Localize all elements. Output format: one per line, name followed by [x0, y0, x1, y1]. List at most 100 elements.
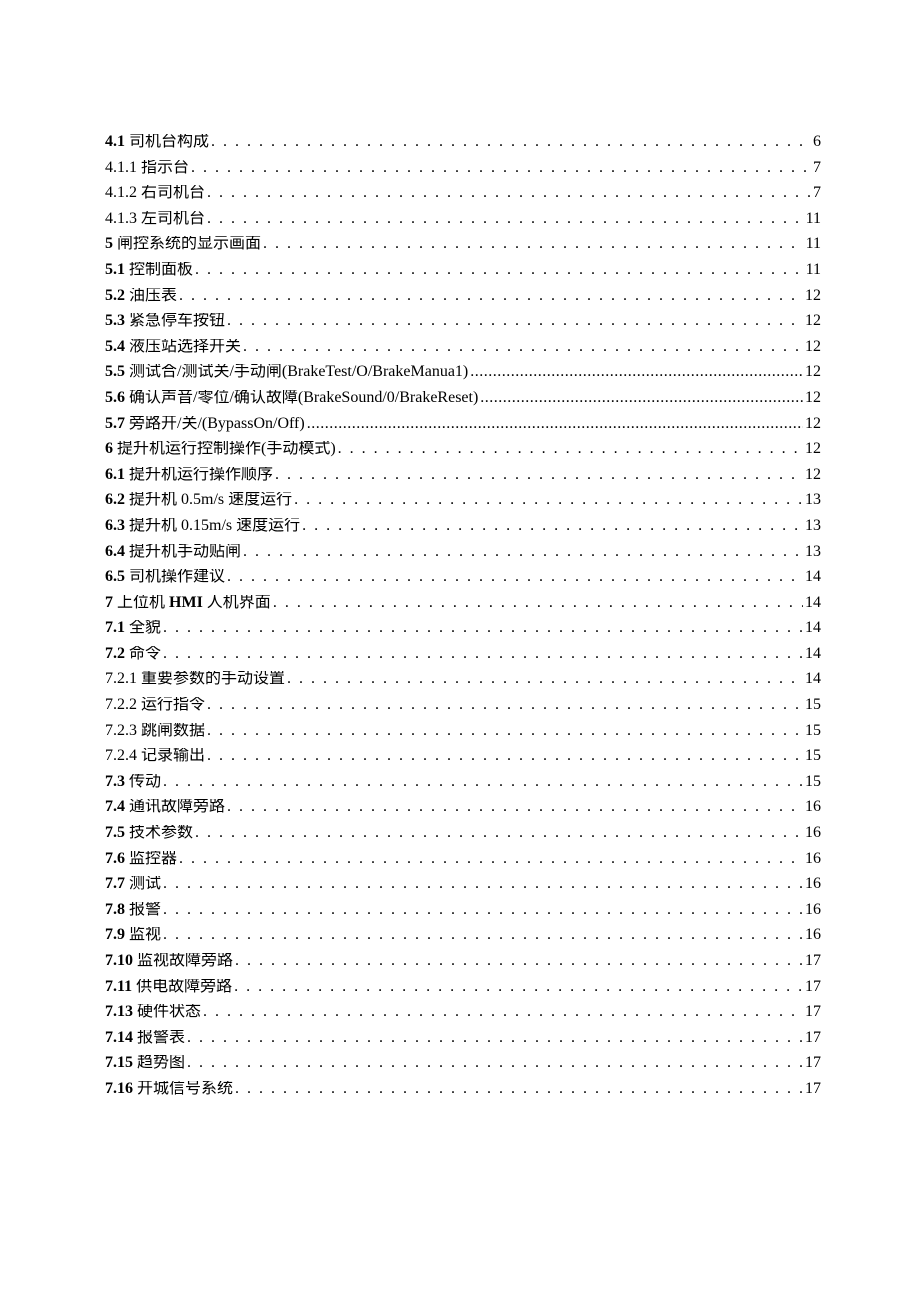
- toc-entry-page: 17: [803, 1004, 821, 1020]
- toc-entry-title: 通讯故障旁路: [129, 799, 227, 815]
- toc-entry-number: 7.7: [105, 876, 129, 892]
- toc-entry-number: 5.4: [105, 339, 129, 355]
- toc-leader-dots: [187, 1055, 803, 1071]
- toc-entry-page: 14: [803, 646, 821, 662]
- toc-entry-number: 5.2: [105, 288, 129, 304]
- toc-entry-title: 技术参数: [129, 825, 195, 841]
- toc-leader-dots: [307, 416, 803, 432]
- toc-leader-dots: [163, 927, 803, 943]
- toc-leader-dots: [234, 979, 803, 995]
- toc-entry: 7.7 测试16: [105, 876, 821, 902]
- toc-leader-dots: [179, 288, 803, 304]
- toc-entry: 5闸控系统的显示画面11: [105, 236, 821, 262]
- toc-entry-page: 12: [803, 390, 821, 406]
- toc-entry-number: 5.3: [105, 313, 129, 329]
- toc-entry-title: 跳闸数据: [141, 723, 207, 739]
- toc-entry-number: 5.5: [105, 364, 129, 380]
- toc-leader-dots: [207, 185, 811, 201]
- toc-entry-page: 12: [803, 288, 821, 304]
- toc-leader-dots: [163, 620, 803, 636]
- toc-entry-page: 16: [803, 825, 821, 841]
- toc-entry: 7.1 全貌14: [105, 620, 821, 646]
- toc-entry-title: 报警: [129, 902, 163, 918]
- toc-entry-title: 提升机 0.15m/s 速度运行: [129, 518, 302, 534]
- toc-entry-page: 17: [803, 953, 821, 969]
- toc-entry: 7.8 报警 16: [105, 902, 821, 928]
- toc-entry-title: 重要参数的手动设置: [141, 671, 287, 687]
- toc-entry: 7.3 传动15: [105, 774, 821, 800]
- toc-entry-title: 运行指令: [141, 697, 207, 713]
- toc-entry: 7.6 监控器16: [105, 851, 821, 877]
- toc-entry-page: 15: [803, 697, 821, 713]
- toc-entry-number: 7.15: [105, 1055, 137, 1071]
- toc-leader-dots: [187, 1030, 803, 1046]
- toc-leader-dots: [179, 851, 803, 867]
- toc-entry-page: 15: [803, 774, 821, 790]
- toc-entry-number: 5.1: [105, 262, 129, 278]
- toc-entry-page: 16: [803, 799, 821, 815]
- toc-entry-page: 16: [803, 902, 821, 918]
- toc-entry-number: 7.2.2: [105, 697, 141, 713]
- toc-leader-dots: [227, 569, 803, 585]
- toc-entry-number: 6.1: [105, 467, 129, 483]
- toc-leader-dots: [243, 339, 803, 355]
- toc-entry-page: 17: [803, 1081, 821, 1097]
- toc-leader-dots: [480, 390, 803, 406]
- toc-entry-number: 4.1.3: [105, 211, 141, 227]
- toc-entry-number: 6.2: [105, 492, 129, 508]
- toc-entry-title: 趋势图: [137, 1055, 187, 1071]
- toc-entry-page: 14: [803, 595, 821, 611]
- toc-entry: 7.16 开城信号系统17: [105, 1081, 821, 1107]
- toc-entry-number: 4.1.2: [105, 185, 141, 201]
- toc-leader-dots: [207, 723, 803, 739]
- toc-entry: 4.1.3 左司机台11: [105, 211, 821, 237]
- toc-entry: 5.5 测试合/测试关/手动闸(BrakeTest/O/BrakeManua1)…: [105, 364, 821, 390]
- toc-entry-page: 7: [811, 160, 821, 176]
- toc-entry-page: 12: [803, 467, 821, 483]
- toc-entry-page: 14: [803, 569, 821, 585]
- toc-entry-title: 油压表: [129, 288, 179, 304]
- toc-entry: 6.4 提升机手动贴闸13: [105, 544, 821, 570]
- toc-entry-page: 12: [803, 364, 821, 380]
- toc-leader-dots: [211, 134, 811, 150]
- toc-entry-title: 指示台: [141, 160, 191, 176]
- toc-entry-number: 4.1.1: [105, 160, 141, 176]
- toc-entry: 7.2.2 运行指令 15: [105, 697, 821, 723]
- toc-leader-dots: [203, 1004, 803, 1020]
- toc-entry-number: 7.9: [105, 927, 129, 943]
- toc-entry: 7.5 技术参数16: [105, 825, 821, 851]
- toc-leader-dots: [287, 671, 803, 687]
- toc-entry-title: 监视故障旁路: [137, 953, 235, 969]
- toc-entry-number: 4.1: [105, 134, 129, 150]
- toc-entry: 5.1 控制面板11: [105, 262, 821, 288]
- toc-entry-title: 监控器: [129, 851, 179, 867]
- toc-entry-title: 记录输出: [141, 748, 207, 764]
- toc-entry-page: 16: [803, 851, 821, 867]
- toc-leader-dots: [207, 697, 803, 713]
- toc-entry-number: 7.8: [105, 902, 129, 918]
- toc-entry: 6.3 提升机 0.15m/s 速度运行13: [105, 518, 821, 544]
- toc-entry: 7.14 报警表17: [105, 1030, 821, 1056]
- toc-entry-number: 7: [105, 595, 117, 611]
- toc-entry-title: 司机台构成: [129, 134, 211, 150]
- toc-entry-page: 6: [811, 134, 821, 150]
- toc-leader-dots: [207, 211, 804, 227]
- toc-entry-title: 提升机运行控制操作(手动模式): [117, 441, 338, 457]
- toc-entry-number: 7.2.3: [105, 723, 141, 739]
- toc-leader-dots: [163, 876, 803, 892]
- toc-entry-number: 5.7: [105, 416, 129, 432]
- toc-entry-page: 17: [803, 979, 821, 995]
- toc-entry-number: 5: [105, 236, 117, 252]
- toc-entry-number: 7.3: [105, 774, 129, 790]
- toc-leader-dots: [273, 595, 803, 611]
- toc-entry: 7上位机 HMI 人机界面14: [105, 595, 821, 621]
- toc-entry-number: 6.5: [105, 569, 129, 585]
- toc-leader-dots: [163, 646, 803, 662]
- toc-entry: 6.5 司机操作建议14: [105, 569, 821, 595]
- toc-entry: 7.4 通讯故障旁路16: [105, 799, 821, 825]
- toc-entry-number: 6.3: [105, 518, 129, 534]
- toc-entry-number: 7.2: [105, 646, 129, 662]
- toc-entry-number: 7.2.4: [105, 748, 141, 764]
- toc-entry-title: 确认声音/零位/确认故障(BrakeSound/0/BrakeReset): [129, 390, 480, 406]
- toc-entry: 4.1.1 指示台 7: [105, 160, 821, 186]
